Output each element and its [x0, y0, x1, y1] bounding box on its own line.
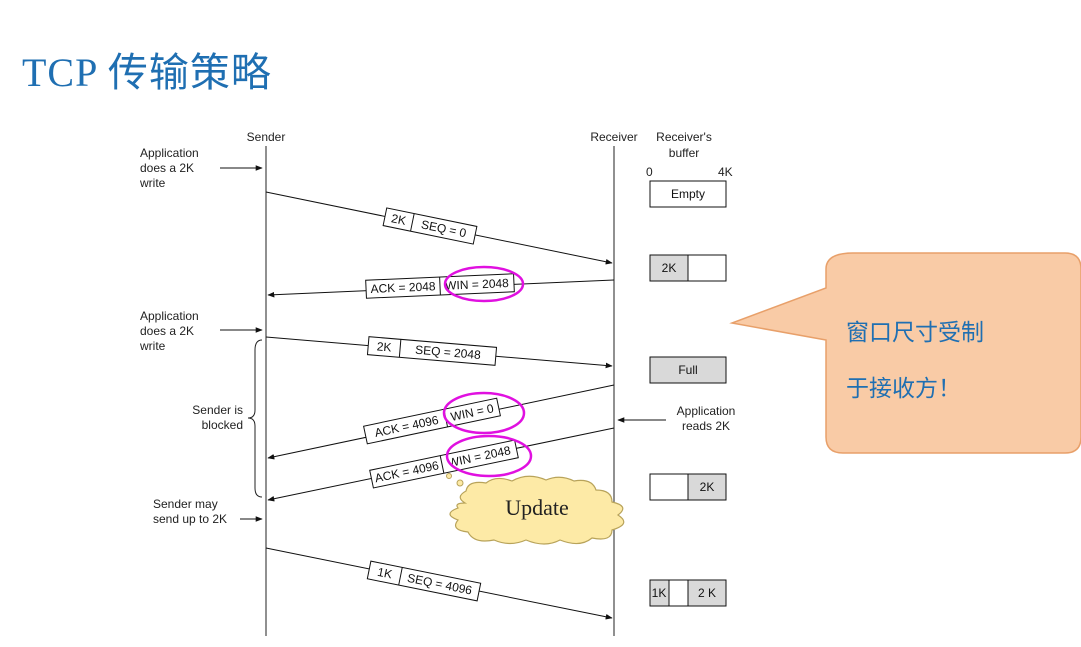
svg-text:Full: Full	[678, 363, 697, 377]
callout-line-1: 窗口尺寸受制	[846, 320, 984, 346]
buffer-half-full: 2K	[649, 254, 727, 282]
svg-text:2 K: 2 K	[698, 586, 716, 600]
svg-text:reads 2K: reads 2K	[682, 419, 730, 433]
svg-text:Application: Application	[140, 146, 199, 160]
svg-text:WIN = 2048: WIN = 2048	[445, 276, 510, 293]
svg-text:1K: 1K	[652, 586, 667, 600]
callout-text: 窗口尺寸受制 于接收方！	[846, 305, 984, 417]
message-data-seq-2048: 2K SEQ = 2048	[265, 336, 613, 369]
svg-text:2K: 2K	[390, 211, 407, 228]
svg-text:2K: 2K	[376, 339, 392, 354]
message-data-seq-0: 2K SEQ = 0	[265, 191, 613, 265]
message-ack-4096-win-0: ACK = 4096 WIN = 0	[267, 384, 615, 460]
svg-text:2K: 2K	[662, 261, 677, 275]
buffer-scale-0: 0	[646, 165, 653, 179]
buffer-empty: Empty	[649, 180, 727, 208]
svg-text:2K: 2K	[700, 480, 715, 494]
buffer-title-line2: buffer	[669, 146, 699, 160]
sender-header: Sender	[247, 130, 286, 144]
svg-text:Empty: Empty	[671, 187, 705, 201]
buffer-full: Full	[649, 356, 727, 384]
receiver-header: Receiver	[590, 130, 637, 144]
note-app-reads: Application reads 2K	[617, 404, 736, 433]
message-data-seq-4096: 1K SEQ = 4096	[265, 547, 613, 620]
buffer-scale-4k: 4K	[718, 165, 733, 179]
svg-text:ACK = 2048: ACK = 2048	[370, 279, 436, 296]
update-cloud: Update	[446, 473, 625, 545]
svg-text:Update: Update	[505, 495, 569, 520]
note-sender-blocked: Sender is blocked	[192, 339, 263, 498]
message-ack-2048-win-2048: ACK = 2048 WIN = 2048	[267, 265, 615, 303]
svg-text:Sender may: Sender may	[153, 497, 218, 511]
svg-text:Sender is: Sender is	[192, 403, 243, 417]
note-app-write-1: Application does a 2K write	[139, 146, 263, 190]
buffer-title-line1: Receiver's	[656, 130, 712, 144]
note-app-write-2: Application does a 2K write	[139, 309, 263, 353]
buffer-mixed: 1K 2 K	[649, 579, 727, 607]
svg-text:does a 2K: does a 2K	[140, 324, 194, 338]
callout-line-2: 于接收方！	[846, 376, 961, 402]
svg-text:blocked: blocked	[202, 418, 243, 432]
svg-text:write: write	[139, 339, 166, 353]
svg-text:send up to 2K: send up to 2K	[153, 512, 227, 526]
note-sender-may-send: Sender may send up to 2K	[153, 497, 263, 526]
svg-text:1K: 1K	[376, 565, 393, 582]
buffer-after-read: 2K	[649, 473, 727, 501]
svg-text:write: write	[139, 176, 166, 190]
svg-text:Application: Application	[140, 309, 199, 323]
svg-text:does a 2K: does a 2K	[140, 161, 194, 175]
svg-text:Application: Application	[677, 404, 736, 418]
